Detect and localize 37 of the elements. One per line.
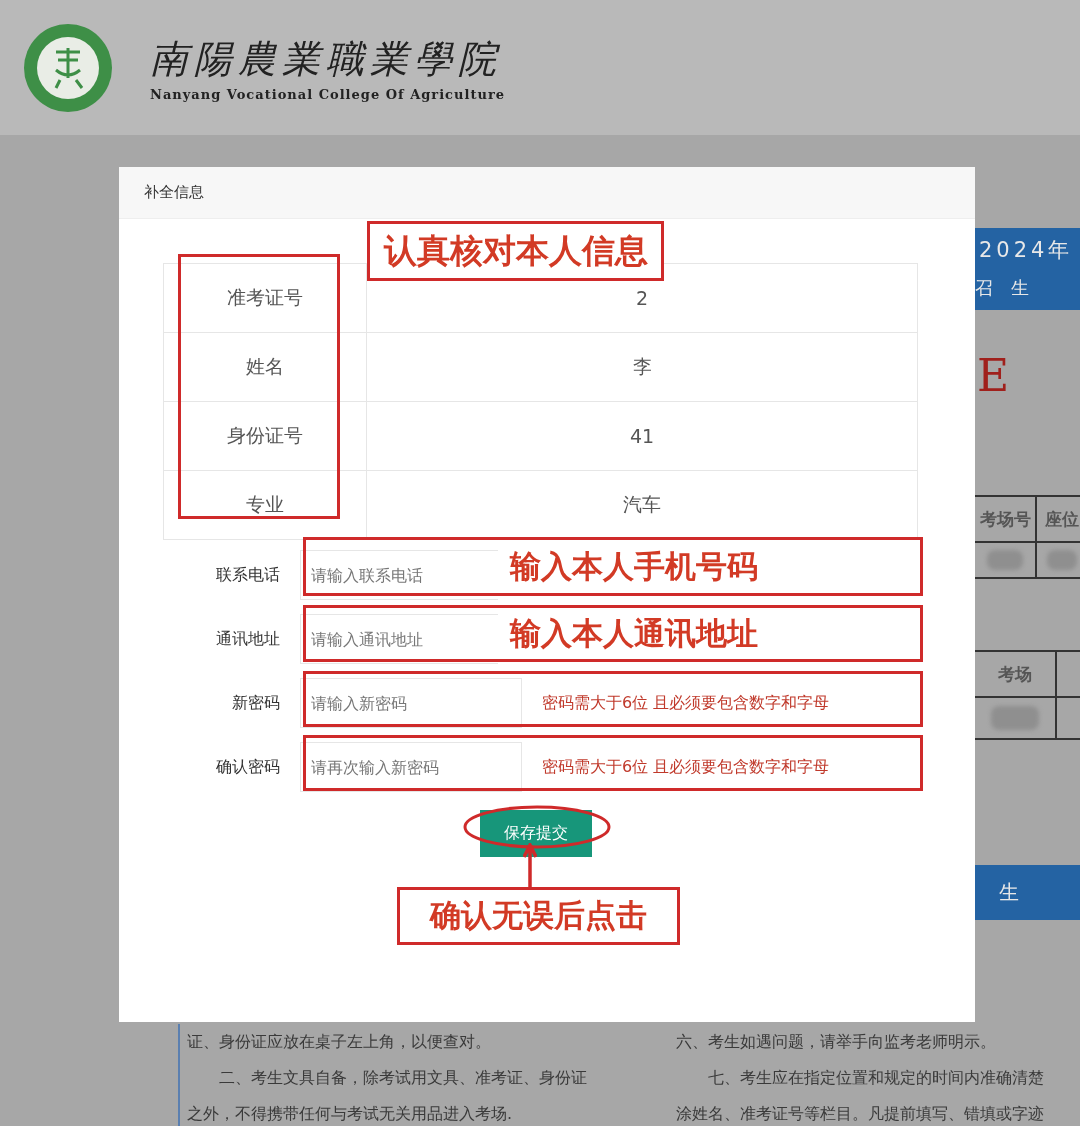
- banner-subtitle: 召 生: [975, 276, 1035, 300]
- info-value: 李: [366, 332, 918, 402]
- info-label: 姓名: [163, 332, 367, 402]
- field-label: 新密码: [231, 692, 281, 714]
- password-hint: 密码需大于6位 且必须要包含数字和字母: [542, 756, 830, 778]
- info-label: 专业: [163, 470, 367, 540]
- college-name: 南陽農業職業學院: [150, 35, 503, 83]
- field-label: 联系电话: [215, 564, 281, 586]
- info-label: 准考证号: [163, 263, 367, 333]
- field-label: 通讯地址: [215, 628, 281, 650]
- annotation-text: 确认无误后点击: [430, 896, 647, 935]
- password-field[interactable]: 请再次输入新密码: [300, 742, 522, 792]
- banner-subtitle: 生: [999, 879, 1019, 906]
- input-field[interactable]: 请输入通讯地址: [300, 614, 498, 664]
- submit-button[interactable]: 保存提交: [480, 810, 592, 857]
- rule-text-line: 证、身份证应放在桌子左上角，以便查对。: [187, 1031, 492, 1053]
- input-field[interactable]: 请输入联系电话: [300, 550, 498, 600]
- redacted-cell: [987, 549, 1023, 571]
- field-label: 确认密码: [215, 756, 281, 778]
- annotation-text: 输入本人手机号码: [510, 546, 758, 586]
- redacted-cell: [991, 706, 1039, 730]
- rule-text-line: 二、考生文具自备，除考试用文具、准考证、身份证: [218, 1067, 587, 1089]
- banner-year: 2024年: [979, 237, 1074, 264]
- rule-text-line: 七、考生应在指定位置和规定的时间内准确清楚: [707, 1067, 1044, 1089]
- rule-text-line: 之外，不得携带任何与考试无关用品进入考场.: [187, 1103, 514, 1125]
- password-field[interactable]: 请输入新密码: [300, 678, 522, 728]
- info-value: 41: [366, 401, 918, 471]
- heading-letter: E: [977, 350, 1010, 401]
- table-header: 座位: [1037, 497, 1080, 543]
- rule-text-line: 涂姓名、准考证号等栏目。凡提前填写、错填或字迹: [676, 1103, 1044, 1125]
- password-hint: 密码需大于6位 且必须要包含数字和字母: [542, 692, 830, 714]
- college-name-english: Nanyang Vocational College Of Agriculture: [150, 86, 505, 102]
- dialog-title: 补全信息: [144, 183, 204, 202]
- info-label: 身份证号: [163, 401, 367, 471]
- redacted-cell: [1047, 549, 1077, 571]
- rule-text-line: 六、考生如遇问题，请举手向监考老师明示。: [676, 1031, 997, 1053]
- annotation-text: 输入本人通讯地址: [510, 613, 758, 653]
